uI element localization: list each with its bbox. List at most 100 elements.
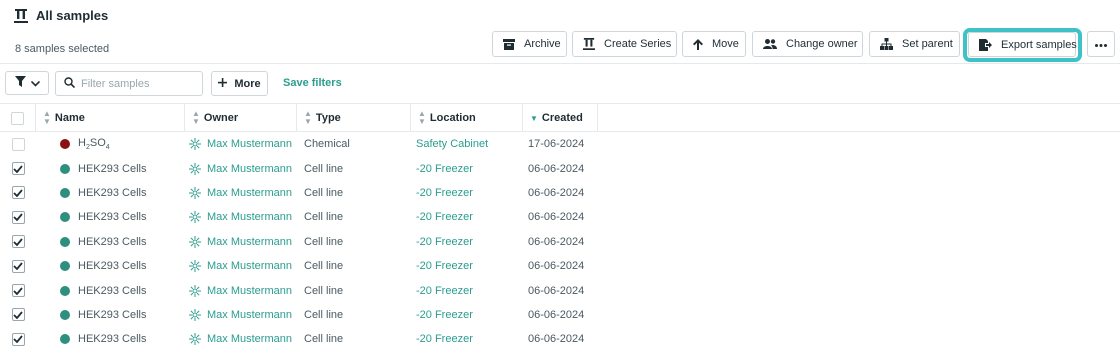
owner-cell[interactable]: Max Mustermann xyxy=(189,303,292,327)
table-row[interactable]: HEK293 Cells Max Mustermann Cell line -20 F… xyxy=(0,205,1120,229)
sample-name: HEK293 Cells xyxy=(78,333,147,346)
owner-cell[interactable]: Max Mustermann xyxy=(189,205,292,229)
owner-cell[interactable]: Max Mustermann xyxy=(189,132,292,156)
row-checkbox[interactable] xyxy=(11,186,25,200)
sample-name-cell[interactable]: H2SO4 xyxy=(60,132,110,156)
filter-toggle-button[interactable] xyxy=(5,71,49,95)
created-cell: 06-06-2024 xyxy=(528,308,585,321)
owner-name: Max Mustermann xyxy=(207,162,292,175)
sample-name-cell[interactable]: HEK293 Cells xyxy=(60,327,146,351)
sample-name-cell[interactable]: HEK293 Cells xyxy=(60,303,146,327)
search-box[interactable] xyxy=(55,71,203,96)
table-row[interactable]: HEK293 Cells Max Mustermann Cell line -20 F… xyxy=(0,254,1120,278)
sample-type-dot xyxy=(60,285,70,296)
table-row[interactable]: HEK293 Cells Max Mustermann Cell line -20 F… xyxy=(0,156,1120,180)
row-checkbox[interactable] xyxy=(11,332,25,346)
owner-cell[interactable]: Max Mustermann xyxy=(189,156,292,180)
location-link[interactable]: -20 Freezer xyxy=(416,327,473,351)
type-cell: Cell line xyxy=(304,308,344,321)
created-cell: 06-06-2024 xyxy=(528,235,585,248)
sample-name: HEK293 Cells xyxy=(78,284,147,297)
owner-avatar-icon xyxy=(189,260,201,273)
owner-avatar-icon xyxy=(189,308,201,321)
location-link[interactable]: -20 Freezer xyxy=(416,303,473,327)
location-link[interactable]: -20 Freezer xyxy=(416,181,473,205)
change-owner-button[interactable]: Change owner xyxy=(752,31,863,57)
location-link[interactable]: -20 Freezer xyxy=(416,278,473,302)
create-series-button[interactable]: Create Series xyxy=(572,31,677,57)
select-all-checkbox[interactable] xyxy=(11,111,24,125)
table-row[interactable]: HEK293 Cells Max Mustermann Cell line -20 F… xyxy=(0,181,1120,205)
sort-icon: ▲ ▼ xyxy=(43,109,51,126)
bulk-actions: Archive Create Series Move Change owner … xyxy=(0,31,1120,57)
row-checkbox[interactable] xyxy=(11,210,25,224)
owner-cell[interactable]: Max Mustermann xyxy=(189,254,292,278)
owner-name: Max Mustermann xyxy=(207,284,292,297)
column-header-owner[interactable]: ▲ ▼ Owner xyxy=(185,104,297,132)
table-row[interactable]: HEK293 Cells Max Mustermann Cell line -20 F… xyxy=(0,230,1120,254)
sort-icon: ▲ ▼ xyxy=(192,109,200,126)
type-cell: Cell line xyxy=(304,235,344,248)
sample-type-dot xyxy=(60,212,70,223)
row-checkbox[interactable] xyxy=(11,235,25,249)
row-checkbox[interactable] xyxy=(11,284,25,298)
table-row[interactable]: H2SO4 Max Mustermann Chemical Safety Cab… xyxy=(0,132,1120,156)
arrow-up-icon xyxy=(693,37,703,51)
row-checkbox-cell xyxy=(0,254,36,278)
created-cell: 17-06-2024 xyxy=(528,138,585,151)
owner-name: Max Mustermann xyxy=(207,186,292,199)
owner-cell[interactable]: Max Mustermann xyxy=(189,230,292,254)
title-wrap: All samples xyxy=(14,8,108,23)
owner-name: Max Mustermann xyxy=(207,260,292,273)
created-cell: 06-06-2024 xyxy=(528,186,585,199)
owner-avatar-icon xyxy=(189,235,201,248)
sample-name: HEK293 Cells xyxy=(78,308,147,321)
location-link[interactable]: Safety Cabinet xyxy=(416,132,488,156)
owner-name: Max Mustermann xyxy=(207,235,292,248)
row-checkbox[interactable] xyxy=(11,308,25,322)
owner-name: Max Mustermann xyxy=(207,138,292,151)
table-row[interactable]: HEK293 Cells Max Mustermann Cell line -20 F… xyxy=(0,303,1120,327)
sample-name-cell[interactable]: HEK293 Cells xyxy=(60,156,146,180)
row-checkbox[interactable] xyxy=(11,259,25,273)
location-link[interactable]: -20 Freezer xyxy=(416,230,473,254)
created-cell: 06-06-2024 xyxy=(528,162,585,175)
sample-name-cell[interactable]: HEK293 Cells xyxy=(60,230,146,254)
archive-button[interactable]: Archive xyxy=(492,31,567,57)
export-highlight-ring xyxy=(963,28,1082,62)
created-cell: 06-06-2024 xyxy=(528,260,585,273)
row-checkbox-cell xyxy=(0,278,36,302)
type-cell: Cell line xyxy=(304,211,344,224)
move-button-label: Move xyxy=(712,38,739,50)
created-cell: 06-06-2024 xyxy=(528,284,585,297)
column-header-name[interactable]: ▲ ▼ Name xyxy=(36,104,185,132)
set-parent-button[interactable]: Set parent xyxy=(869,31,960,57)
move-button[interactable]: Move xyxy=(682,31,746,57)
type-cell: Cell line xyxy=(304,186,344,199)
save-filters-link[interactable]: Save filters xyxy=(283,77,342,89)
owner-cell[interactable]: Max Mustermann xyxy=(189,181,292,205)
location-link[interactable]: -20 Freezer xyxy=(416,156,473,180)
row-checkbox[interactable] xyxy=(11,162,25,176)
sample-type-dot xyxy=(60,309,70,320)
table-row[interactable]: HEK293 Cells Max Mustermann Cell line -20 F… xyxy=(0,278,1120,302)
sample-name-cell[interactable]: HEK293 Cells xyxy=(60,181,146,205)
sort-icon: ▲ ▼ xyxy=(418,109,426,126)
owner-cell[interactable]: Max Mustermann xyxy=(189,327,292,351)
owner-cell[interactable]: Max Mustermann xyxy=(189,278,292,302)
row-checkbox-cell xyxy=(0,156,36,180)
location-link[interactable]: -20 Freezer xyxy=(416,205,473,229)
search-input[interactable] xyxy=(81,77,199,90)
sample-name-cell[interactable]: HEK293 Cells xyxy=(60,254,146,278)
column-header-type[interactable]: ▲ ▼ Type xyxy=(297,104,411,132)
row-checkbox[interactable] xyxy=(11,137,25,151)
more-filters-button[interactable]: More xyxy=(211,71,268,96)
table-row[interactable]: HEK293 Cells Max Mustermann Cell line -20 F… xyxy=(0,327,1120,351)
column-header-location[interactable]: ▲ ▼ Location xyxy=(411,104,523,132)
location-link[interactable]: -20 Freezer xyxy=(416,254,473,278)
owner-name: Max Mustermann xyxy=(207,308,292,321)
more-actions-button[interactable] xyxy=(1087,31,1115,57)
sample-name-cell[interactable]: HEK293 Cells xyxy=(60,278,146,302)
column-header-created[interactable]: ▼ Created xyxy=(523,104,598,132)
sample-name-cell[interactable]: HEK293 Cells xyxy=(60,205,146,229)
